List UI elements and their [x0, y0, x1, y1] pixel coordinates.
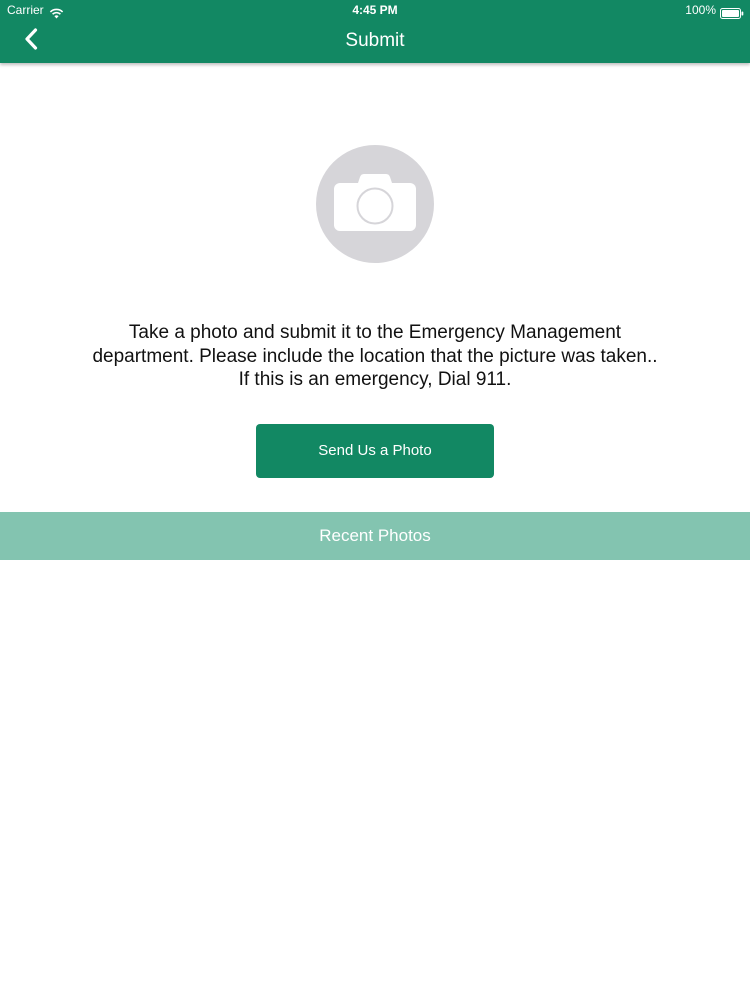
instructions-text: Take a photo and submit it to the Emerge…	[92, 322, 658, 390]
recent-photos-list	[0, 560, 750, 1000]
top-bar: Carrier 4:45 PM 100% Submit	[0, 0, 750, 63]
screen: Carrier 4:45 PM 100% Submit Take a photo…	[0, 0, 750, 1000]
battery-percent: 100%	[685, 3, 716, 17]
send-photo-button[interactable]: Send Us a Photo	[256, 424, 494, 478]
status-bar: Carrier 4:45 PM 100%	[0, 0, 750, 20]
battery-icon	[720, 5, 744, 19]
recent-photos-header: Recent Photos	[0, 512, 750, 560]
camera-button[interactable]	[316, 145, 434, 263]
camera-icon	[316, 145, 434, 263]
page-title: Submit	[345, 30, 405, 51]
status-time: 4:45 PM	[352, 3, 398, 17]
status-right: 100%	[685, 0, 744, 20]
navigation-bar: Submit	[0, 20, 750, 63]
